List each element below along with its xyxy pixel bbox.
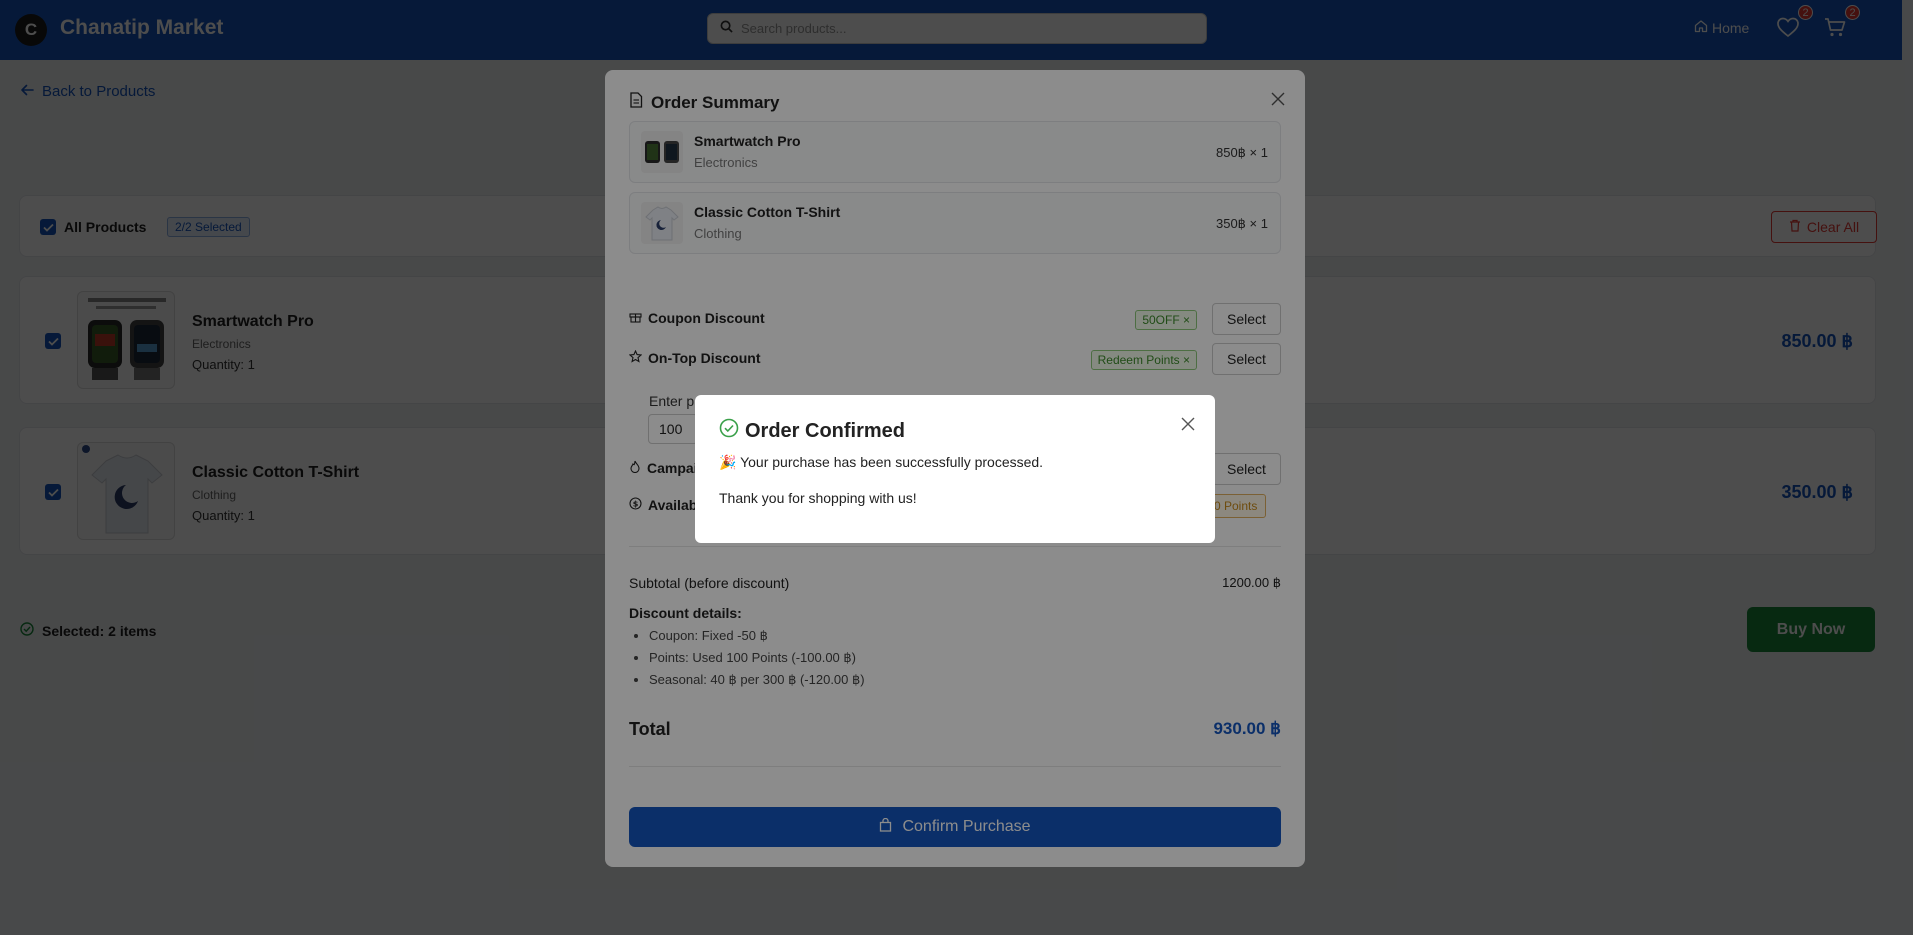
dialog-message: 🎉 Your purchase has been successfully pr… [719,454,1044,470]
check-circle-icon [719,418,739,444]
order-confirmed-dialog: Order Confirmed 🎉 Your purchase has been… [695,395,1215,543]
dialog-title: Order Confirmed [719,418,905,444]
dialog-close-button[interactable] [1176,414,1200,438]
close-icon [1181,417,1195,436]
dialog-thanks: Thank you for shopping with us! [719,490,917,506]
dialog-title-text: Order Confirmed [745,419,906,442]
